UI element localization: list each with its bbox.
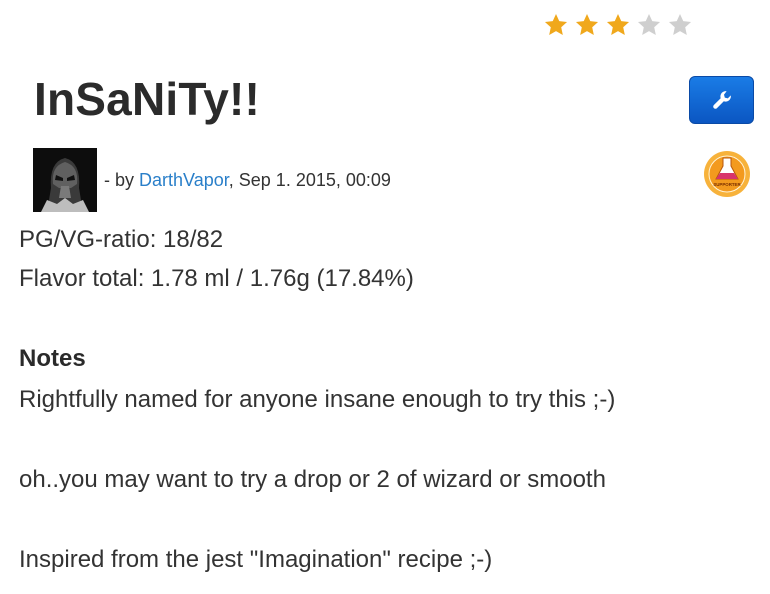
pg-vg-ratio: PG/VG-ratio: 18/82 bbox=[19, 226, 224, 253]
notes-heading: Notes bbox=[19, 345, 86, 372]
helmet-icon bbox=[33, 148, 97, 212]
note-line: Rightfully named for anyone insane enoug… bbox=[19, 386, 616, 413]
wrench-icon bbox=[712, 91, 731, 109]
date-separator: , bbox=[228, 170, 234, 190]
supporter-badge: SUPPORTER bbox=[702, 149, 752, 199]
star-icon[interactable] bbox=[665, 12, 695, 38]
edit-button[interactable] bbox=[689, 76, 754, 124]
star-rating[interactable] bbox=[541, 12, 695, 38]
flavor-total: Flavor total: 1.78 ml / 1.76g (17.84%) bbox=[19, 265, 414, 292]
star-icon[interactable] bbox=[541, 12, 571, 38]
author-prefix: - by bbox=[104, 170, 135, 190]
note-line: Inspired from the jest "Imagination" rec… bbox=[19, 546, 493, 573]
star-icon[interactable] bbox=[603, 12, 633, 38]
post-date: Sep 1. 2015, 00:09 bbox=[238, 170, 391, 190]
recipe-title: InSaNiTy!! bbox=[34, 73, 261, 125]
avatar[interactable] bbox=[33, 148, 97, 212]
star-icon[interactable] bbox=[572, 12, 602, 38]
byline: - by DarthVapor, Sep 1. 2015, 00:09 bbox=[104, 170, 391, 191]
note-line: oh..you may want to try a drop or 2 of w… bbox=[19, 466, 606, 493]
star-icon[interactable] bbox=[634, 12, 664, 38]
supporter-badge-text: SUPPORTER bbox=[713, 182, 741, 187]
author-link[interactable]: DarthVapor bbox=[139, 170, 229, 190]
